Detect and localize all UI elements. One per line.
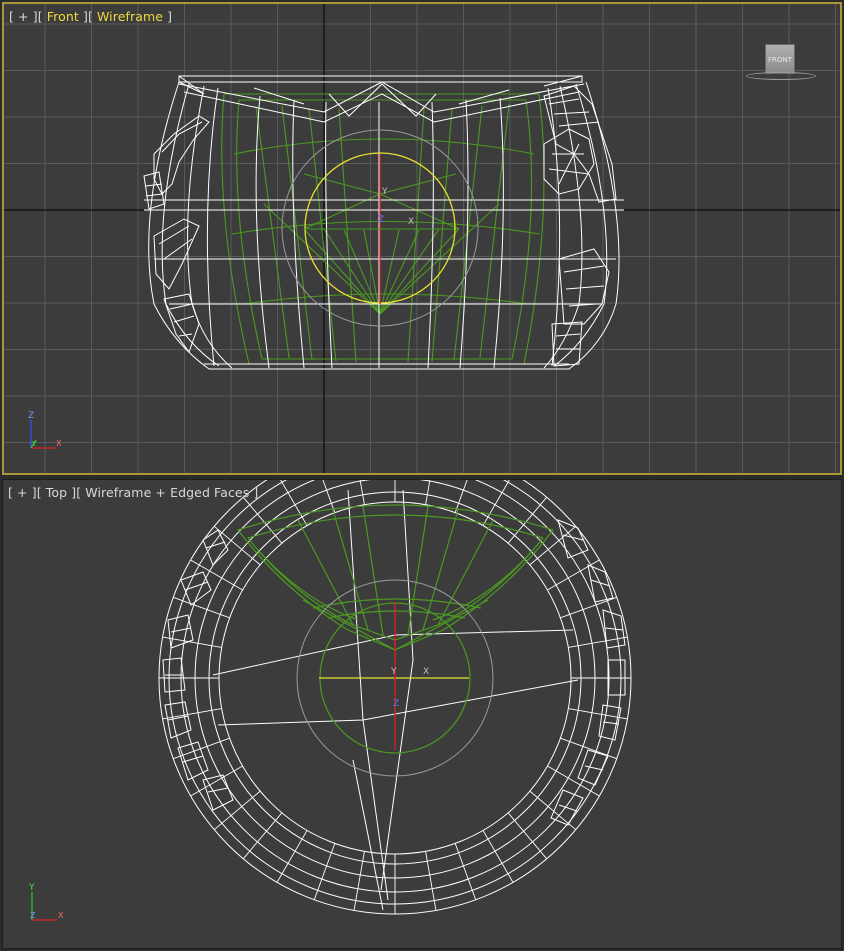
- top-tripod-x-label: X: [58, 911, 64, 920]
- top-tripod-y-label: Y: [28, 883, 35, 893]
- front-plus-menu[interactable]: [ + ]: [9, 9, 38, 24]
- front-tripod-y-label: Y: [31, 440, 37, 448]
- front-gizmo-label-z: Z: [378, 215, 384, 225]
- radial-spoke: [173, 737, 230, 760]
- radial-spoke: [280, 480, 308, 526]
- radial-spoke: [454, 480, 468, 513]
- top-viewport[interactable]: Y X Z Y X Z [ + ][ Top ][ Wireframe + Ed…: [2, 479, 842, 949]
- front-grid: [4, 4, 840, 473]
- radial-spoke: [322, 480, 336, 513]
- front-viewport[interactable]: Y Z X Z X Y [ + ][ Front ][ Wireframe ] …: [2, 2, 842, 475]
- top-left-panels: [162, 529, 234, 811]
- top-viewport-canvas[interactable]: Y X Z Y X Z: [3, 480, 841, 948]
- top-shading-open: [: [76, 485, 82, 500]
- front-view-menu[interactable]: Front: [47, 9, 79, 24]
- front-left-panels: [143, 115, 210, 354]
- radial-spoke: [213, 790, 261, 831]
- top-shading-menu[interactable]: Wireframe + Edged Faces: [85, 485, 249, 500]
- top-right-panels: [550, 519, 626, 826]
- front-gizmo-label-x: X: [408, 217, 414, 227]
- radial-spoke: [507, 812, 548, 860]
- radial-spoke: [242, 496, 283, 544]
- radial-spoke: [359, 480, 365, 505]
- viewcube-front-face[interactable]: FRONT: [765, 44, 795, 74]
- radial-spoke: [173, 596, 230, 619]
- radial-spoke: [313, 843, 336, 900]
- radial-spoke: [507, 496, 548, 544]
- front-gizmo-label-y: Y: [381, 187, 388, 197]
- radial-spoke: [425, 480, 431, 505]
- top-gizmo-label-y: Y: [390, 667, 397, 677]
- top-plus-menu[interactable]: [ + ]: [8, 485, 37, 500]
- top-shading-close: ]: [253, 485, 259, 500]
- radial-spoke: [213, 525, 261, 566]
- front-shading-open: [: [87, 9, 93, 24]
- radial-spoke: [482, 830, 514, 883]
- radial-spoke: [560, 596, 617, 619]
- top-viewport-label: [ + ][ Top ][ Wireframe + Edged Faces ]: [8, 485, 258, 500]
- front-viewport-canvas[interactable]: Y Z X Z X Y: [4, 4, 840, 473]
- top-gizmo-label-x: X: [423, 667, 429, 677]
- radial-spoke: [482, 480, 510, 526]
- front-shading-menu[interactable]: Wireframe: [97, 9, 163, 24]
- front-viewport-label: [ + ][ Front ][ Wireframe ]: [9, 9, 172, 24]
- front-tripod-x-label: X: [56, 439, 62, 448]
- top-gizmo-label-z: Z: [393, 699, 399, 709]
- viewcube-compass-ring[interactable]: [746, 72, 816, 80]
- top-axis-tripod: Y X Z: [28, 883, 64, 921]
- top-bracket-open: [: [36, 485, 42, 500]
- radial-spoke: [276, 830, 308, 883]
- front-tripod-z-label: Z: [28, 411, 34, 421]
- radial-spoke: [547, 765, 600, 797]
- front-bracket-open: [: [37, 9, 43, 24]
- viewcube[interactable]: FRONT: [746, 42, 816, 84]
- top-tripod-z-label: Z: [30, 911, 36, 920]
- front-shading-close: ]: [167, 9, 173, 24]
- radial-spoke: [242, 812, 283, 860]
- radial-spoke: [454, 843, 477, 900]
- radial-spoke: [190, 765, 243, 797]
- top-view-menu[interactable]: Top: [46, 485, 67, 500]
